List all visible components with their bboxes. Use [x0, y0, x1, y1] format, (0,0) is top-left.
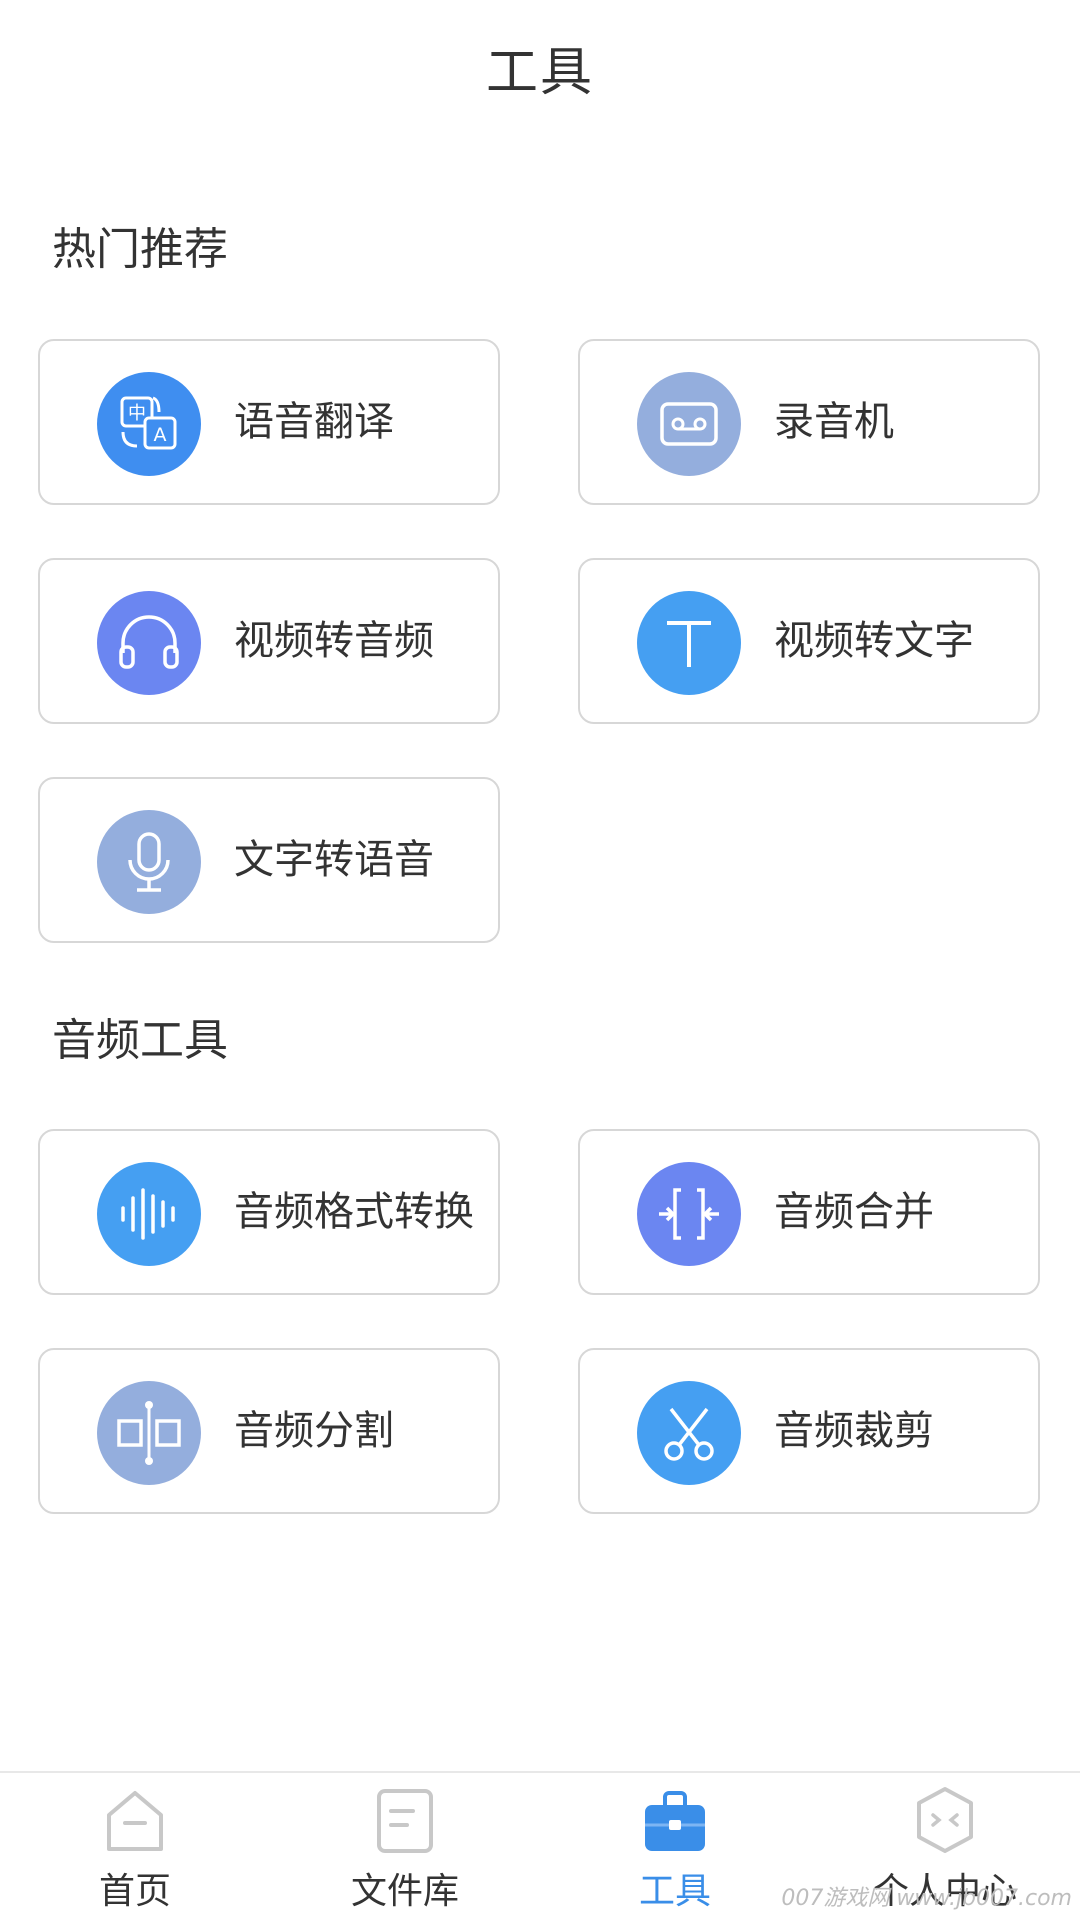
svg-text:A: A — [154, 424, 167, 446]
cassette-icon — [637, 372, 741, 476]
tool-card-text-to-speech[interactable]: 文字转语音 — [38, 777, 500, 943]
tab-label: 文件库 — [350, 1871, 459, 1912]
tab-label: 工具 — [638, 1871, 711, 1912]
tool-label: 录音机 — [774, 399, 894, 445]
tool-card-recorder[interactable]: 录音机 — [578, 339, 1040, 505]
tool-label: 文字转语音 — [234, 837, 434, 883]
tool-label: 视频转音频 — [234, 618, 434, 664]
text-t-icon — [637, 591, 741, 695]
tool-card-video-to-text[interactable]: 视频转文字 — [578, 558, 1040, 724]
home-icon — [107, 1791, 163, 1851]
document-icon — [377, 1789, 433, 1853]
profile-hexagon-icon — [917, 1787, 973, 1853]
scissors-icon — [637, 1381, 741, 1485]
tool-card-voice-translate[interactable]: 中 A 语音翻译 — [38, 339, 500, 505]
tool-card-audio-merge[interactable]: 音频合并 — [578, 1129, 1040, 1295]
tool-card-audio-split[interactable]: 音频分割 — [38, 1348, 500, 1514]
tool-label: 音频分割 — [234, 1408, 394, 1454]
section-title-hot: 热门推荐 — [52, 224, 228, 275]
tool-card-audio-trim[interactable]: 音频裁剪 — [578, 1348, 1040, 1514]
tool-label: 视频转文字 — [774, 618, 974, 664]
headphones-icon — [97, 591, 201, 695]
tab-home[interactable]: 首页 — [0, 1773, 270, 1922]
tool-label: 音频合并 — [774, 1189, 934, 1235]
waveform-icon — [97, 1162, 201, 1266]
watermark: 007游戏网 www.jb007.com — [781, 1886, 1072, 1911]
tab-files[interactable]: 文件库 — [270, 1773, 540, 1922]
split-icon — [97, 1381, 201, 1485]
tool-card-video-to-audio[interactable]: 视频转音频 — [38, 558, 500, 724]
page-title: 工具 — [485, 43, 594, 103]
tool-card-audio-format-convert[interactable]: 音频格式转换 — [38, 1129, 500, 1295]
tool-label: 语音翻译 — [234, 399, 394, 445]
merge-icon — [637, 1162, 741, 1266]
tab-tools[interactable]: 工具 — [540, 1773, 810, 1922]
section-title-audio: 音频工具 — [52, 1015, 228, 1066]
tool-label: 音频裁剪 — [774, 1408, 934, 1454]
toolbox-icon — [645, 1791, 705, 1851]
tool-label: 音频格式转换 — [234, 1189, 474, 1235]
microphone-icon — [97, 810, 201, 914]
tab-label: 首页 — [98, 1871, 171, 1912]
svg-text:中: 中 — [128, 403, 146, 424]
translate-icon: 中 A — [97, 372, 201, 476]
